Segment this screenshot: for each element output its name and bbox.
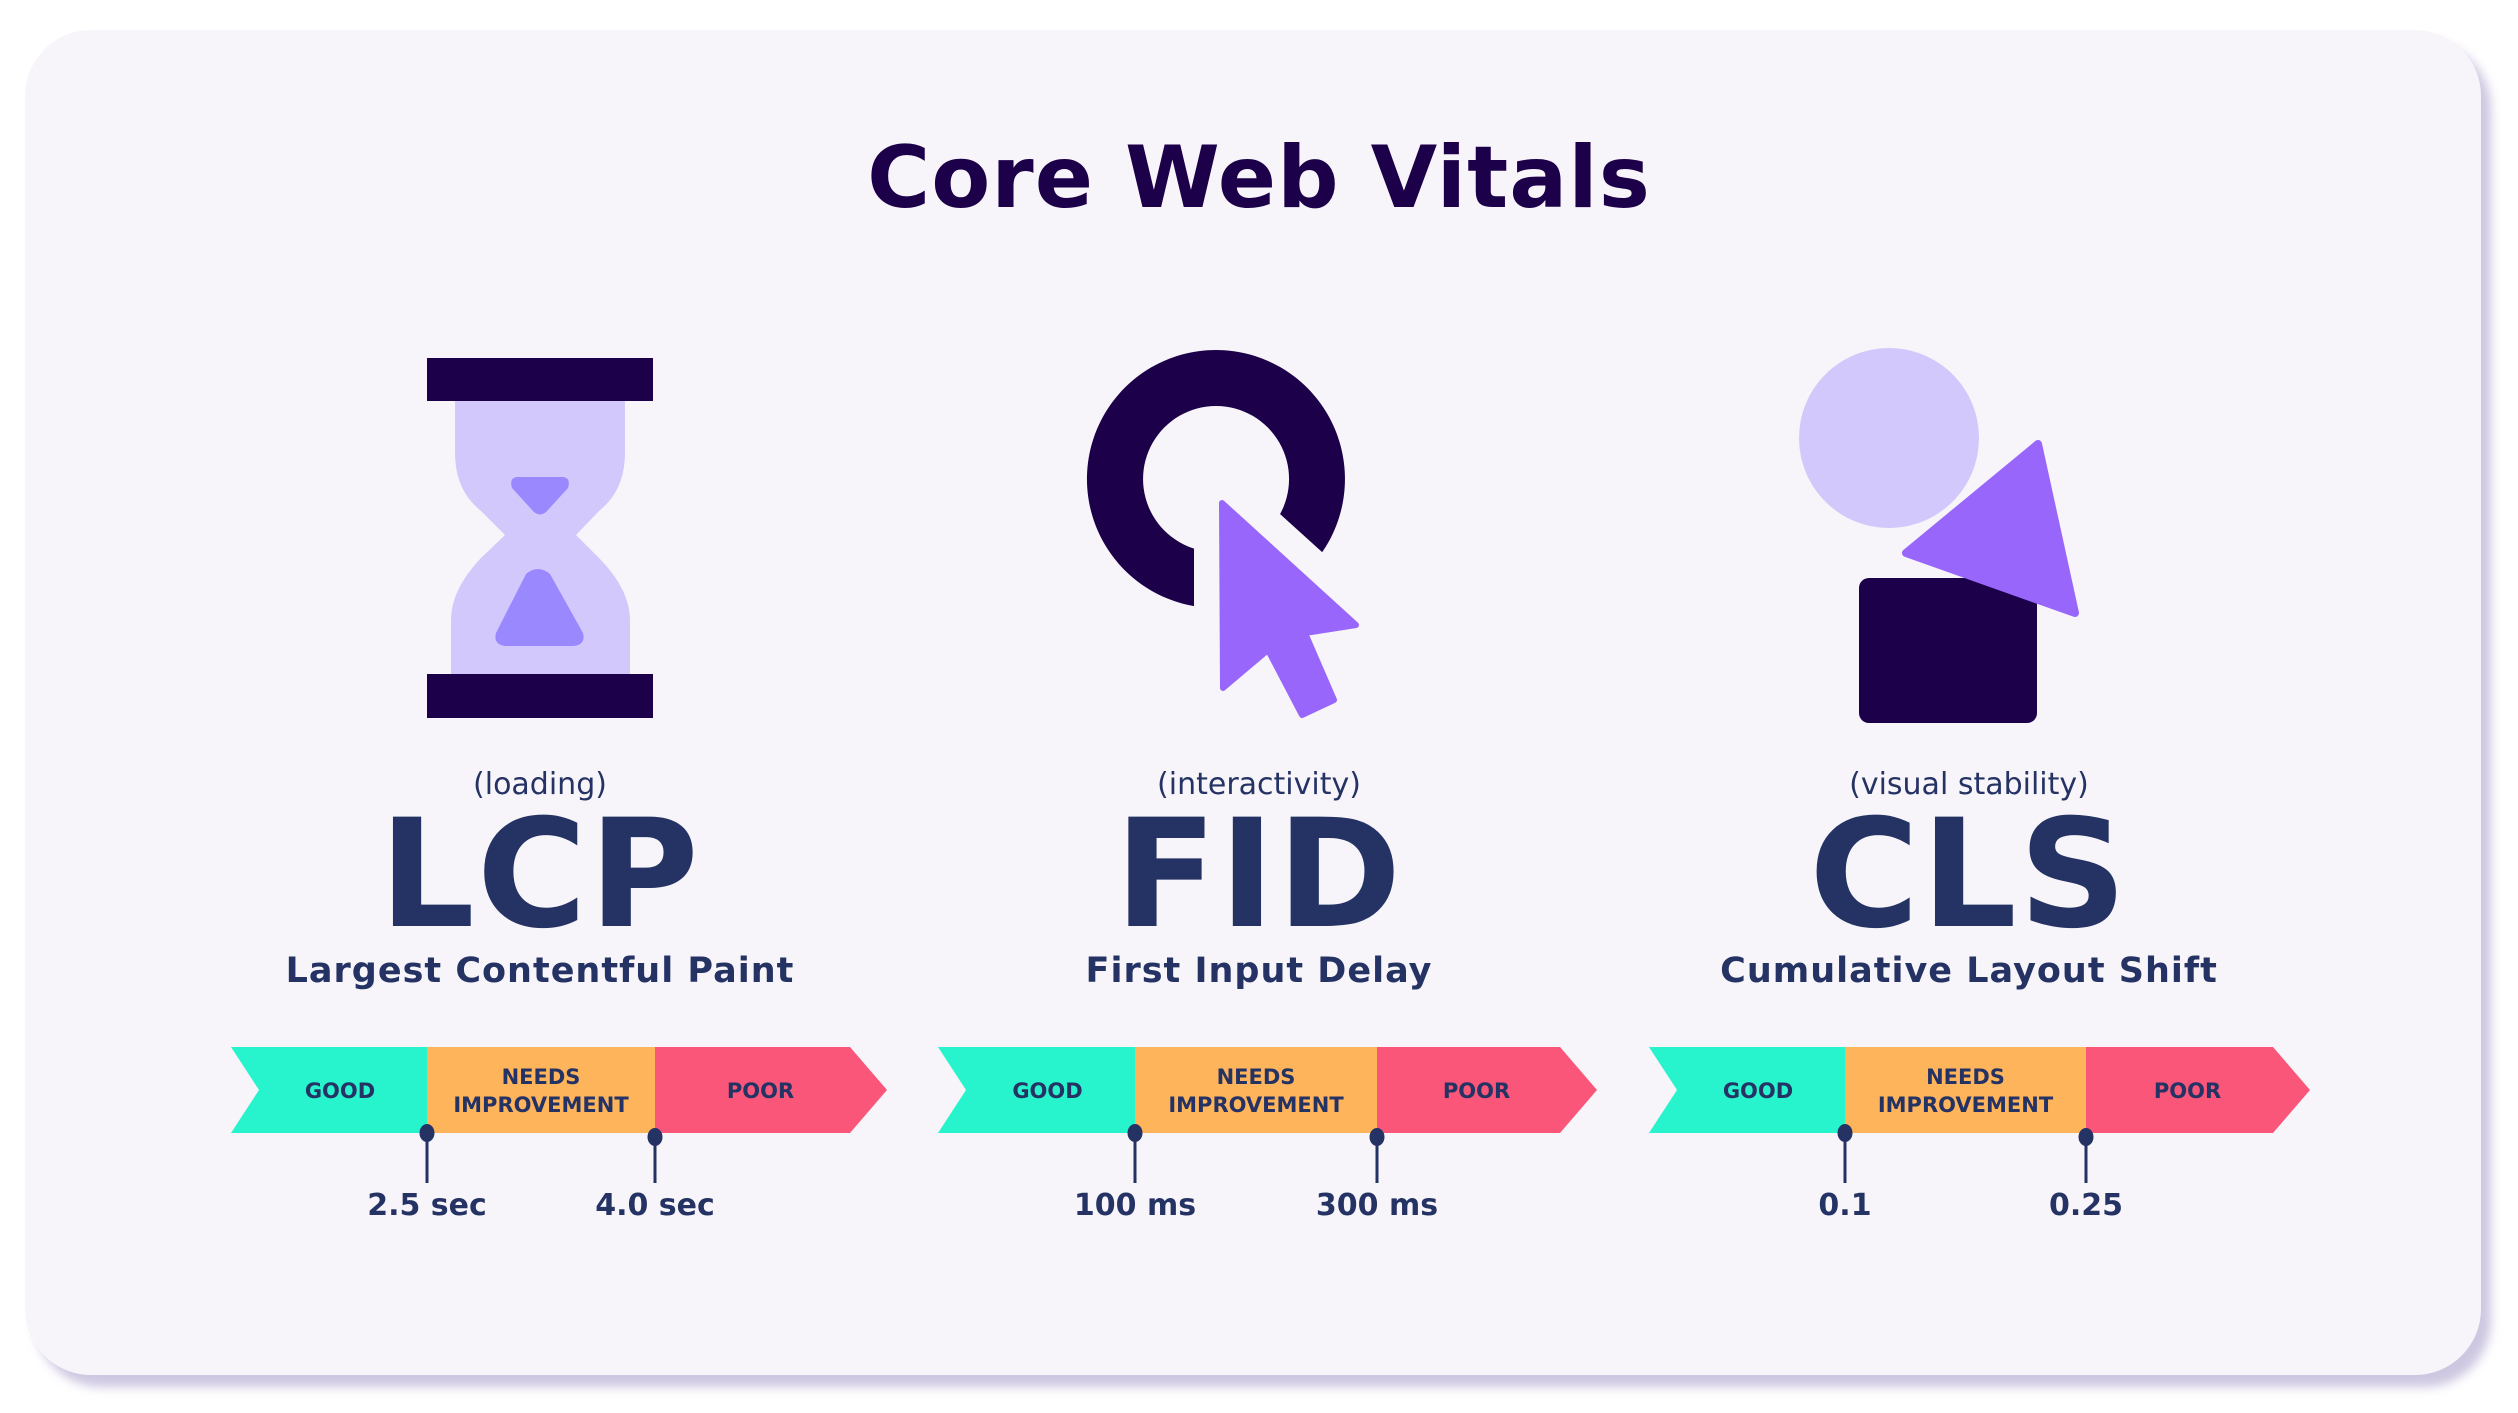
segment-label-line: IMPROVEMENT [1168,1093,1344,1117]
threshold-label: 100 ms [1074,1188,1196,1223]
segment-label-good: GOOD [1012,1079,1082,1103]
segment-needs-improvement [427,1047,655,1133]
threshold-dot [1837,1124,1853,1142]
segment-label-poor: POOR [1443,1079,1510,1103]
threshold-label: 300 ms [1316,1188,1438,1223]
threshold-label: 2.5 sec [367,1188,487,1223]
segment-label-good: GOOD [305,1079,375,1103]
threshold-dot [1369,1128,1385,1146]
segment-label-good: GOOD [1723,1079,1793,1103]
threshold-dot [419,1124,435,1142]
threshold-scales: GOODNEEDS IMPROVEMENTPOOR2.5 sec 4.0 secGO… [231,1047,2310,1223]
threshold-label: 0.1 [1818,1188,1871,1223]
threshold-dot [2078,1128,2094,1146]
threshold-scale-fid: GOOD NEEDS IMPROVEMENT POOR 100 ms 300 ms [938,1047,1597,1223]
segment-label-line: IMPROVEMENT [1878,1093,2054,1117]
segment-needs-improvement [1845,1047,2086,1133]
segment-label-line: IMPROVEMENT [453,1093,629,1117]
threshold-scale-lcp: GOOD NEEDS IMPROVEMENT POOR 2.5 sec 4.0 sec [231,1047,887,1223]
segment-label-line: NEEDS [1217,1065,1296,1089]
segment-label-poor: POOR [727,1079,794,1103]
threshold-dot [1127,1124,1143,1142]
threshold-dot [647,1128,663,1146]
threshold-label: 0.25 [2049,1188,2123,1223]
segment-label-line: NEEDS [502,1065,581,1089]
threshold-scale-cls: GOOD NEEDS IMPROVEMENT POOR 0.1 0.25 [1649,1047,2310,1223]
threshold-label: 4.0 sec [595,1188,715,1223]
segment-label-poor: POOR [2154,1079,2221,1103]
segment-needs-improvement [1135,1047,1377,1133]
segment-label-line: NEEDS [1926,1065,2005,1089]
